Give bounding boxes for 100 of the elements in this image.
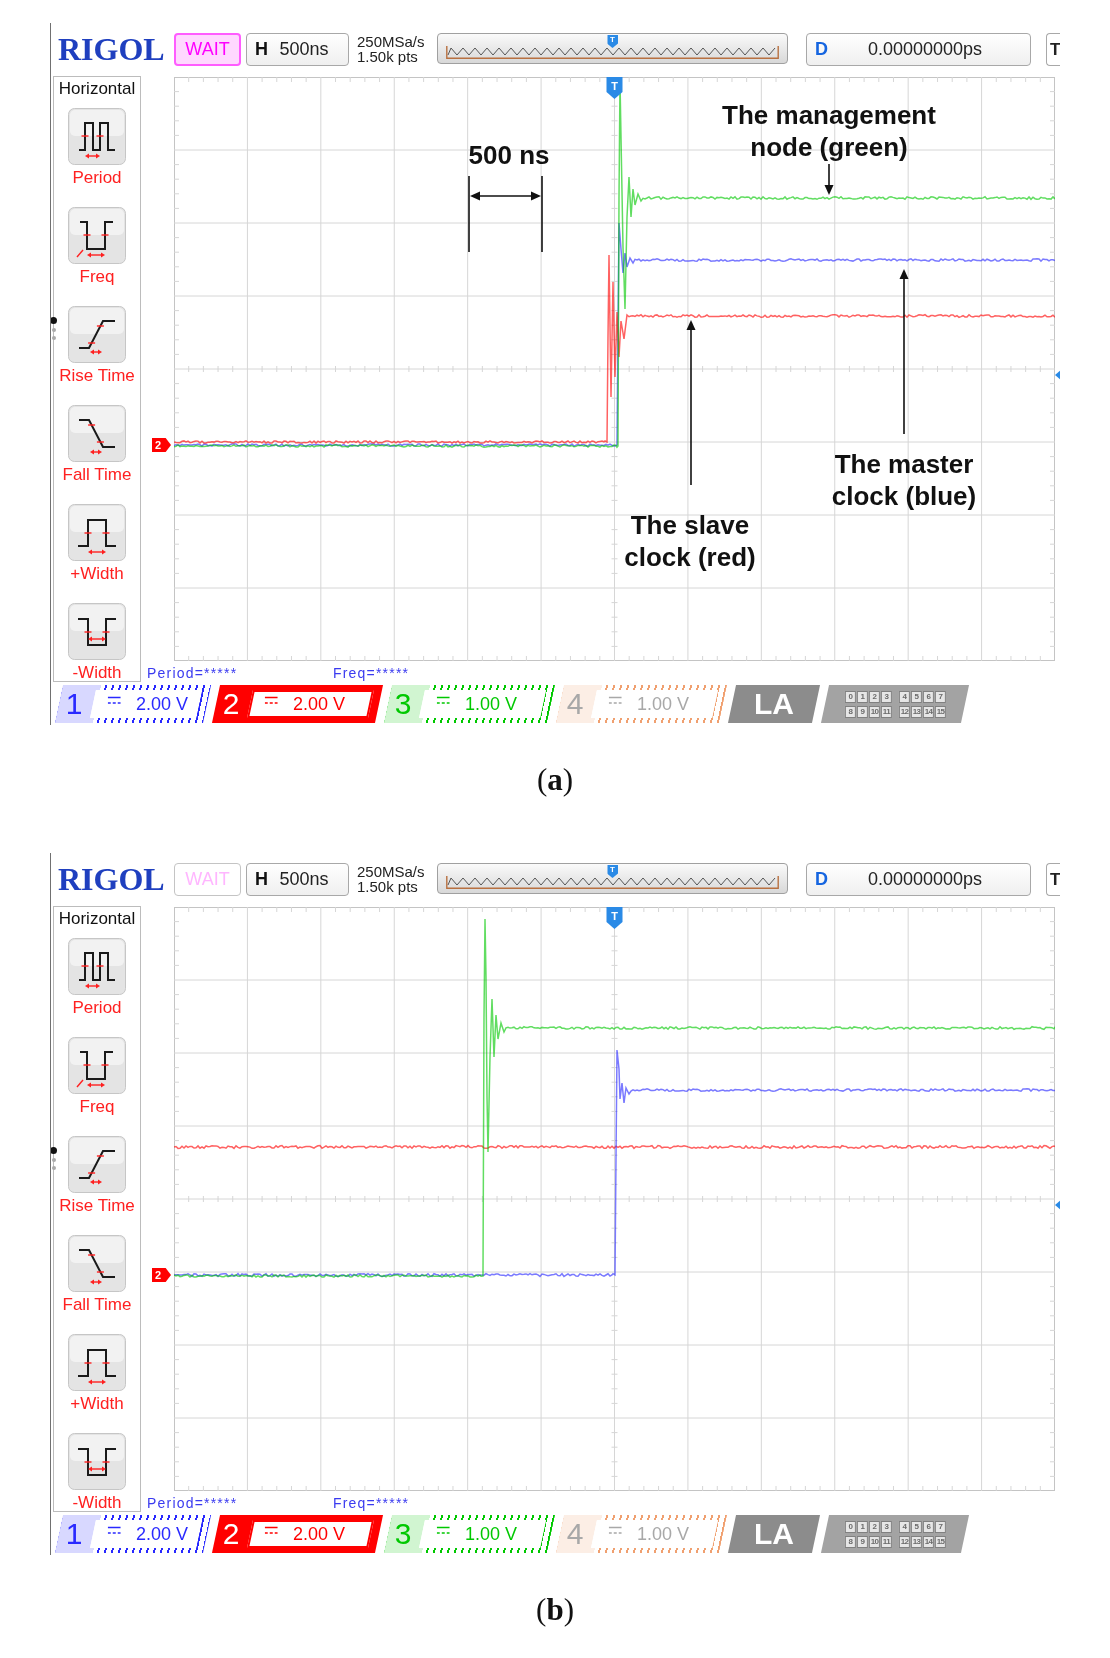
digital-channel-cell: 9 [856,705,868,718]
trigger-menu-button[interactable]: T [1046,863,1060,896]
scale-value: 2.00 V [293,693,346,715]
menu-label: -Width [72,663,122,683]
dc-coupling-icon [436,696,450,705]
channel-button[interactable]: 2 2.00 V [211,685,384,723]
digital-channel-cell: 13 [910,705,922,718]
scale-value: 2.00 V [136,693,189,715]
digital-channel-cell: 11 [880,1535,892,1548]
scale-value: 2.00 V [293,1523,346,1545]
dc-coupling-icon [107,1526,121,1535]
brand-logo: RIGOL [58,863,166,896]
measurement-readout: Period=***** [147,1495,238,1511]
channel-marker[interactable]: 2 [152,1268,171,1282]
dc-coupling-icon [608,696,622,705]
memory-overview-bar[interactable]: T [437,863,788,894]
menu-label: Fall Time [62,465,132,485]
positive-pulse-icon[interactable] [68,504,126,561]
digital-channel-cell: 10 [868,1535,880,1548]
logic-analyzer-button[interactable]: LA [727,1515,821,1553]
timebase-label: H [255,39,268,60]
digital-channel-cell: 2 [868,1520,880,1533]
square-wave-icon[interactable] [68,207,126,264]
digital-channel-cell: 11 [880,705,892,718]
callout-label: The slave clock (red) [624,509,756,573]
channel-button[interactable]: 3 1.00 V [383,1515,556,1553]
trigger-position-marker[interactable]: T [607,35,618,48]
digital-channel-cell: 1 [856,1520,868,1533]
delay-readout[interactable]: D 0.00000000ps [806,33,1031,66]
timebase-value: 500ns [278,39,330,60]
scale-value: 1.00 V [637,1523,690,1545]
positive-pulse-icon[interactable] [68,1334,126,1391]
square-wave-icon[interactable] [68,1037,126,1094]
run-status-indicator: WAIT [174,863,241,896]
trigger-position-marker[interactable]: T [607,865,618,878]
digital-channel-cell: 14 [922,705,934,718]
scale-value: 2.00 V [136,1523,189,1545]
square-wave-icon[interactable] [68,938,126,995]
timebase-label: H [255,869,268,890]
trigger-marker[interactable]: T [606,907,623,929]
digital-channel-panel[interactable]: 0 1 2 3 4 5 6 7 8 9 10 11 12 13 14 15 [820,1515,970,1553]
timebase-readout[interactable]: H 500ns [246,33,349,66]
timebase-readout[interactable]: H 500ns [246,863,349,896]
falling-edge-icon[interactable] [68,1235,126,1292]
channel-button[interactable]: 4 1.00 V [555,1515,728,1553]
digital-channel-cell: 13 [910,1535,922,1548]
digital-channel-cell: 6 [922,1520,934,1533]
menu-label: Period [72,168,122,188]
trigger-marker[interactable]: T [606,77,623,99]
digital-channel-cell: 3 [880,1520,892,1533]
memory-overview-bar[interactable]: T [437,33,788,64]
callout-label: The management node (green) [722,99,936,163]
brand-logo: RIGOL [58,33,166,66]
channel-button[interactable]: 1 2.00 V [54,1515,212,1553]
negative-pulse-icon[interactable] [68,603,126,660]
delay-value: 0.00000000ps [866,869,984,890]
timebase-value: 500ns [278,869,330,890]
menu-label: -Width [72,1493,122,1513]
rising-edge-icon[interactable] [68,1136,126,1193]
channel-button[interactable]: 1 2.00 V [54,685,212,723]
digital-channel-cell: 12 [898,705,910,718]
digital-channel-cell: 0 [844,1520,856,1533]
digital-channel-panel[interactable]: 0 1 2 3 4 5 6 7 8 9 10 11 12 13 14 15 [820,685,970,723]
square-wave-icon[interactable] [68,108,126,165]
figure-caption: (a) [536,762,574,797]
menu-title: Horizontal [58,78,136,100]
negative-pulse-icon[interactable] [68,1433,126,1490]
menu-title: Horizontal [58,908,136,930]
dc-coupling-icon [107,696,121,705]
dc-coupling-icon [264,1526,278,1535]
menu-label: +Width [70,564,124,584]
delay-readout[interactable]: D 0.00000000ps [806,863,1031,896]
dc-coupling-icon [436,1526,450,1535]
menu-label: Rise Time [59,366,135,386]
callout-label: The master clock (blue) [831,448,977,512]
falling-edge-icon[interactable] [68,405,126,462]
channel-button[interactable]: 4 1.00 V [555,685,728,723]
channel-marker[interactable]: 2 [152,438,171,452]
trigger-menu-button[interactable]: T [1046,33,1060,66]
digital-channel-cell: 5 [910,1520,922,1533]
digital-channel-cell: 8 [844,1535,856,1548]
channel-button[interactable]: 2 2.00 V [211,1515,384,1553]
delay-value: 0.00000000ps [866,39,984,60]
menu-label: Freq [79,267,115,287]
callout-arrow [824,163,834,195]
menu-label: Period [72,998,122,1018]
digital-channel-cell: 9 [856,1535,868,1548]
rising-edge-icon[interactable] [68,306,126,363]
logic-analyzer-button[interactable]: LA [727,685,821,723]
menu-label: Rise Time [59,1196,135,1216]
digital-channel-cell: 15 [934,1535,946,1548]
scale-value: 1.00 V [465,1523,518,1545]
digital-channel-cell: 15 [934,705,946,718]
channel-button[interactable]: 3 1.00 V [383,685,556,723]
sample-rate: 250MSa/s [357,34,425,49]
measurement-readout: Freq=***** [333,665,410,681]
digital-channel-cell: 0 [844,690,856,703]
memory-depth: 1.50k pts [357,879,418,894]
digital-channel-cell: 7 [934,1520,946,1533]
digital-channel-cell: 2 [868,690,880,703]
